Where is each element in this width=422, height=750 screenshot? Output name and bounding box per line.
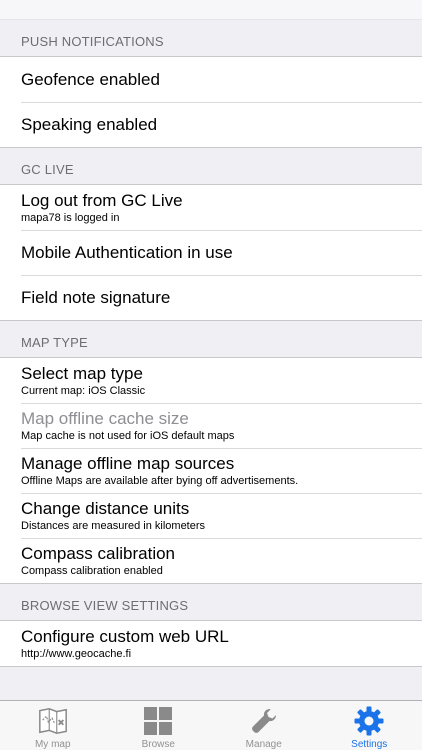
row-manage-offline-map-sources[interactable]: Manage offline map sources Offline Maps … [0, 448, 422, 493]
row-log-out-gc-live[interactable]: Log out from GC Live mapa78 is logged in [0, 185, 422, 230]
row-subtitle: Map cache is not used for iOS default ma… [21, 429, 235, 442]
group-gc-live: Log out from GC Live mapa78 is logged in… [0, 185, 422, 321]
row-title: Mobile Authentication in use [21, 242, 233, 262]
row-subtitle: mapa78 is logged in [21, 211, 120, 224]
tab-label: Settings [351, 739, 388, 750]
row-speaking-enabled[interactable]: Speaking enabled [0, 102, 422, 147]
tab-settings[interactable]: Settings [317, 701, 422, 750]
group-push-notifications: Geofence enabled Speaking enabled [0, 57, 422, 148]
group-map-type: Select map type Current map: iOS Classic… [0, 358, 422, 584]
section-header-map-type: MAP TYPE [0, 321, 422, 358]
row-field-note-signature[interactable]: Field note signature [0, 275, 422, 320]
top-strip [0, 0, 422, 20]
row-title: Geofence enabled [21, 69, 160, 89]
row-subtitle: Compass calibration enabled [21, 564, 163, 577]
row-configure-custom-web-url[interactable]: Configure custom web URL http://www.geoc… [0, 621, 422, 666]
row-title: Map offline cache size [21, 408, 189, 428]
section-header-browse-view-settings: BROWSE VIEW SETTINGS [0, 584, 422, 621]
tab-my-map[interactable]: My map [0, 701, 106, 750]
row-title: Select map type [21, 363, 143, 383]
group-browse-view-settings: Configure custom web URL http://www.geoc… [0, 621, 422, 667]
settings-screen: PUSH NOTIFICATIONS Geofence enabled Spea… [0, 0, 422, 750]
wrench-icon [248, 705, 280, 737]
row-subtitle: Distances are measured in kilometers [21, 519, 206, 532]
map-icon [37, 705, 69, 737]
tab-browse[interactable]: Browse [106, 701, 212, 750]
tab-label: Manage [245, 739, 282, 750]
gear-icon [353, 705, 385, 737]
row-geofence-enabled[interactable]: Geofence enabled [0, 57, 422, 102]
tab-bar: My map Browse Manage Settings [0, 700, 422, 750]
row-title: Configure custom web URL [21, 626, 229, 646]
row-select-map-type[interactable]: Select map type Current map: iOS Classic [0, 358, 422, 403]
row-subtitle: Offline Maps are available after bying o… [21, 474, 299, 487]
row-compass-calibration[interactable]: Compass calibration Compass calibration … [0, 538, 422, 583]
row-title: Log out from GC Live [21, 190, 183, 210]
settings-list[interactable]: PUSH NOTIFICATIONS Geofence enabled Spea… [0, 20, 422, 667]
section-header-gc-live: GC LIVE [0, 148, 422, 185]
row-mobile-authentication[interactable]: Mobile Authentication in use [0, 230, 422, 275]
row-title: Manage offline map sources [21, 453, 235, 473]
row-title: Compass calibration [21, 543, 176, 563]
row-change-distance-units[interactable]: Change distance units Distances are meas… [0, 493, 422, 538]
tab-label: Browse [141, 739, 175, 750]
row-map-offline-cache-size: Map offline cache size Map cache is not … [0, 403, 422, 448]
tab-label: My map [34, 739, 71, 750]
row-subtitle: http://www.geocache.fi [21, 647, 132, 660]
row-title: Speaking enabled [21, 114, 158, 134]
section-header-push-notifications: PUSH NOTIFICATIONS [0, 20, 422, 57]
row-subtitle: Current map: iOS Classic [21, 384, 146, 397]
grid-icon [142, 705, 174, 737]
tab-manage[interactable]: Manage [211, 701, 317, 750]
row-title: Change distance units [21, 498, 190, 518]
row-title: Field note signature [21, 287, 171, 307]
